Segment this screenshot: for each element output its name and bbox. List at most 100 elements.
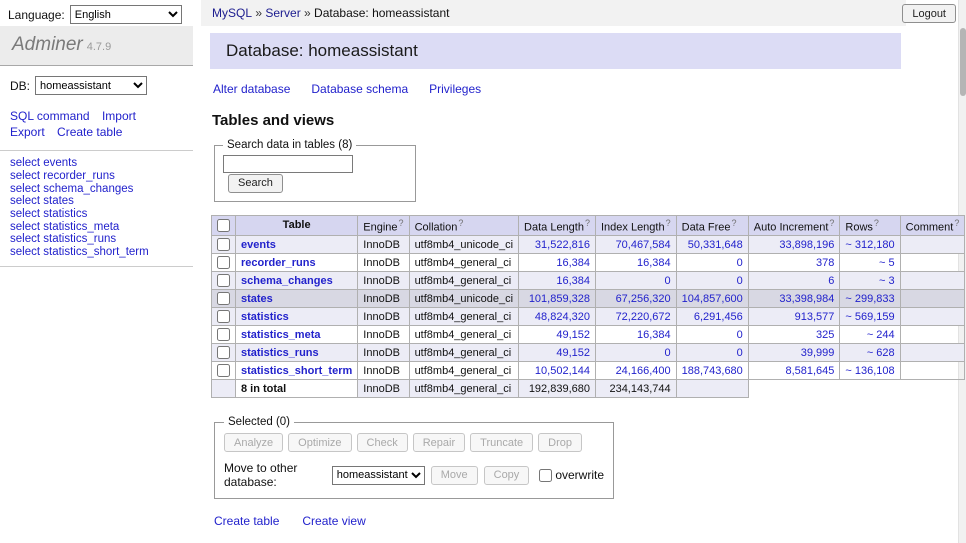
data-length-link[interactable]: 49,152 (556, 347, 590, 359)
overwrite-checkbox[interactable] (539, 469, 552, 482)
auto-increment-link[interactable]: 913,577 (795, 311, 835, 323)
help-link[interactable]: ? (732, 218, 737, 228)
auto-increment-link[interactable]: 6 (828, 275, 834, 287)
check-button[interactable]: Check (357, 433, 408, 452)
table-name-link-statistics-short-term[interactable]: statistics_short_term (241, 365, 352, 377)
repair-button[interactable]: Repair (413, 433, 465, 452)
table-name-link-statistics[interactable]: statistics (241, 311, 289, 323)
data-length-link[interactable]: 16,384 (556, 275, 590, 287)
auto-increment-link[interactable]: 378 (816, 257, 834, 269)
data-free-link[interactable]: 0 (737, 347, 743, 359)
create-table-link[interactable]: Create table (57, 125, 122, 139)
rows-link[interactable]: ~ 312,180 (845, 239, 894, 251)
data-length-link[interactable]: 16,384 (556, 257, 590, 269)
rows-link[interactable]: ~ 244 (867, 329, 895, 341)
auto-increment-link[interactable]: 33,898,196 (779, 239, 834, 251)
language-select[interactable]: English (70, 5, 182, 24)
select-link-statistics-meta[interactable]: select (10, 221, 40, 233)
index-length-link[interactable]: 70,467,584 (616, 239, 671, 251)
rows-link[interactable]: ~ 628 (867, 347, 895, 359)
database-schema-link[interactable]: Database schema (311, 82, 408, 96)
auto-increment-link[interactable]: 33,398,984 (779, 293, 834, 305)
table-name-link-statistics-meta[interactable]: statistics_meta (241, 329, 321, 341)
data-length-link[interactable]: 31,522,816 (535, 239, 590, 251)
db-select[interactable]: homeassistant (35, 76, 147, 95)
table-name-link-schema-changes[interactable]: schema_changes (241, 275, 333, 287)
select-link-statistics-short-term[interactable]: select (10, 246, 40, 258)
row-checkbox-recorder-runs[interactable] (217, 256, 230, 269)
breadcrumb-link-server[interactable]: Server (265, 6, 300, 20)
search-input[interactable] (223, 155, 353, 173)
rows-link[interactable]: ~ 569,159 (845, 311, 894, 323)
rows-link[interactable]: ~ 5 (879, 257, 895, 269)
index-length-link[interactable]: 67,256,320 (616, 293, 671, 305)
help-link[interactable]: ? (829, 218, 834, 228)
table-link-states[interactable]: states (43, 195, 74, 207)
logout-button[interactable]: Logout (902, 4, 956, 23)
row-checkbox-statistics[interactable] (217, 310, 230, 323)
select-link-statistics[interactable]: select (10, 208, 40, 220)
data-free-link[interactable]: 188,743,680 (682, 365, 743, 377)
help-link[interactable]: ? (954, 218, 959, 228)
table-name-link-states[interactable]: states (241, 293, 273, 305)
rows-link[interactable]: ~ 299,833 (845, 293, 894, 305)
select-link-statistics-runs[interactable]: select (10, 233, 40, 245)
data-free-link[interactable]: 104,857,600 (682, 293, 743, 305)
table-link-statistics-runs[interactable]: statistics_runs (43, 233, 116, 245)
help-link[interactable]: ? (399, 218, 404, 228)
table-link-statistics-meta[interactable]: statistics_meta (43, 221, 119, 233)
data-length-link[interactable]: 49,152 (556, 329, 590, 341)
auto-increment-link[interactable]: 39,999 (801, 347, 835, 359)
table-name-link-events[interactable]: events (241, 239, 276, 251)
row-checkbox-statistics-short-term[interactable] (217, 364, 230, 377)
analyze-button[interactable]: Analyze (224, 433, 283, 452)
select-link-states[interactable]: select (10, 195, 40, 207)
index-length-link[interactable]: 0 (665, 347, 671, 359)
table-link-statistics-short-term[interactable]: statistics_short_term (43, 246, 148, 258)
data-free-link[interactable]: 0 (737, 257, 743, 269)
import-link[interactable]: Import (102, 109, 136, 123)
index-length-link[interactable]: 16,384 (637, 329, 671, 341)
index-length-link[interactable]: 72,220,672 (616, 311, 671, 323)
help-link[interactable]: ? (458, 218, 463, 228)
table-link-statistics[interactable]: statistics (43, 208, 87, 220)
privileges-link[interactable]: Privileges (429, 82, 481, 96)
sql-command-link[interactable]: SQL command (10, 109, 90, 123)
table-name-link-recorder-runs[interactable]: recorder_runs (241, 257, 316, 269)
table-link-events[interactable]: events (43, 157, 77, 169)
move-db-select[interactable]: homeassistant (332, 466, 425, 485)
index-length-link[interactable]: 24,166,400 (616, 365, 671, 377)
data-length-link[interactable]: 48,824,320 (535, 311, 590, 323)
alter-database-link[interactable]: Alter database (213, 82, 290, 96)
select-link-events[interactable]: select (10, 157, 40, 169)
select-link-schema-changes[interactable]: select (10, 183, 40, 195)
select-all-checkbox[interactable] (217, 219, 230, 232)
help-link[interactable]: ? (585, 218, 590, 228)
move-button[interactable]: Move (431, 466, 478, 485)
export-link[interactable]: Export (10, 125, 45, 139)
select-link-recorder-runs[interactable]: select (10, 170, 40, 182)
auto-increment-link[interactable]: 8,581,645 (785, 365, 834, 377)
data-free-link[interactable]: 0 (737, 329, 743, 341)
table-name-link-statistics-runs[interactable]: statistics_runs (241, 347, 319, 359)
data-free-link[interactable]: 0 (737, 275, 743, 287)
data-length-link[interactable]: 10,502,144 (535, 365, 590, 377)
copy-button[interactable]: Copy (484, 466, 530, 485)
create-table-link[interactable]: Create table (214, 514, 279, 528)
help-link[interactable]: ? (666, 218, 671, 228)
row-checkbox-events[interactable] (217, 238, 230, 251)
index-length-link[interactable]: 0 (665, 275, 671, 287)
rows-link[interactable]: ~ 3 (879, 275, 895, 287)
truncate-button[interactable]: Truncate (470, 433, 533, 452)
search-button[interactable]: Search (228, 174, 283, 193)
table-link-schema-changes[interactable]: schema_changes (43, 183, 133, 195)
index-length-link[interactable]: 16,384 (637, 257, 671, 269)
drop-button[interactable]: Drop (538, 433, 582, 452)
help-link[interactable]: ? (874, 218, 879, 228)
breadcrumb-link-mysql[interactable]: MySQL (212, 6, 252, 20)
data-free-link[interactable]: 6,291,456 (694, 311, 743, 323)
row-checkbox-states[interactable] (217, 292, 230, 305)
table-link-recorder-runs[interactable]: recorder_runs (43, 170, 115, 182)
scrollbar-thumb[interactable] (960, 28, 966, 96)
optimize-button[interactable]: Optimize (288, 433, 351, 452)
